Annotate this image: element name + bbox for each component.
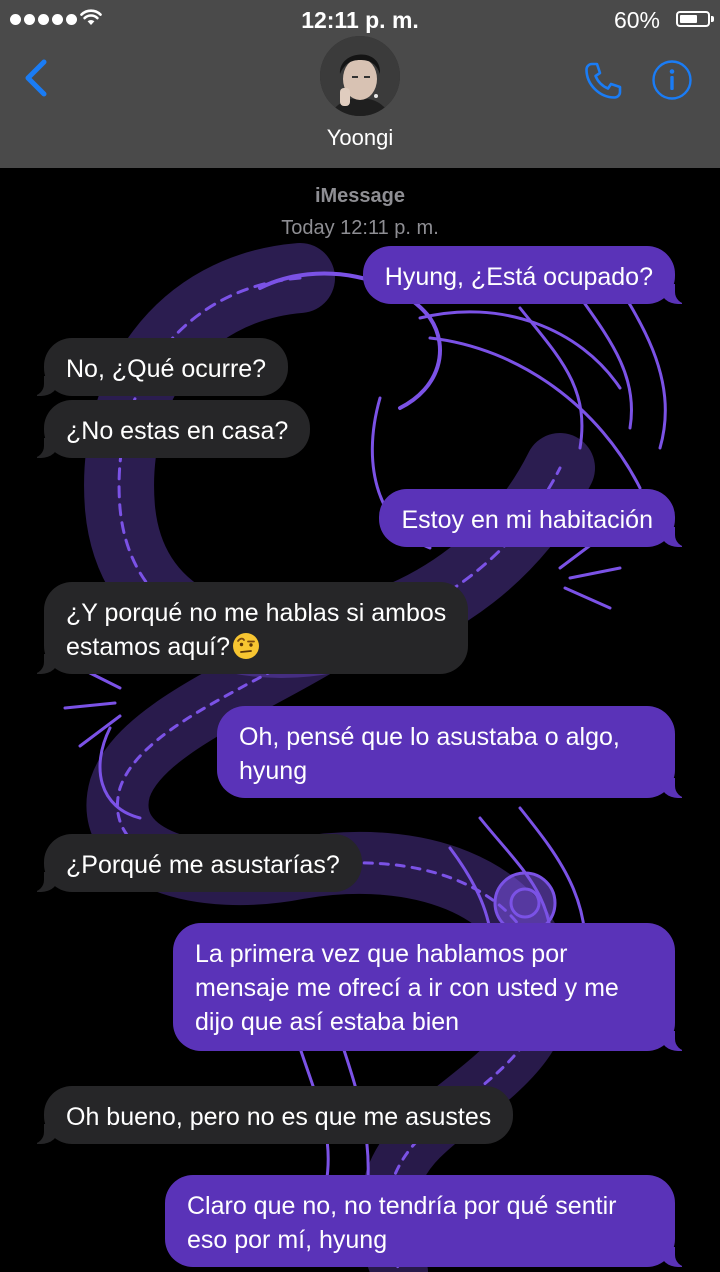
- status-time: 12:11 p. m.: [301, 7, 419, 33]
- message-text-line-2: eso por mí, hyung: [187, 1226, 388, 1254]
- message-text-line-2: estamos aquí?: [66, 633, 230, 661]
- message-text-line-2: hyung: [239, 757, 308, 785]
- battery-icon: [676, 11, 714, 27]
- conversation-header: 12:11 p. m. 60% Yoongi: [0, 0, 720, 168]
- message-text: ¿No estas en casa?: [66, 417, 289, 445]
- received-message-bubble[interactable]: Oh bueno, pero no es que me asustes: [29, 1086, 514, 1144]
- received-message-bubble[interactable]: ¿Porqué me asustarías?: [30, 834, 362, 892]
- thread-timestamp: Today 12:11 p. m.: [281, 217, 439, 239]
- message-text-line-3: dijo que así estaba bien: [195, 1008, 460, 1036]
- battery-percentage: 60%: [613, 7, 660, 33]
- phone-icon[interactable]: [582, 60, 624, 102]
- message-text: Oh bueno, pero no es que me asustes: [66, 1103, 492, 1131]
- status-bar: 12:11 p. m. 60%: [0, 0, 720, 40]
- service-label: iMessage: [314, 185, 406, 207]
- message-text-line-2: mensaje me ofrecí a ir con usted y me: [195, 974, 619, 1002]
- message-text: Estoy en mi habitación: [401, 506, 653, 534]
- message-text: Hyung, ¿Está ocupado?: [384, 263, 653, 291]
- avatar-photo: [320, 36, 400, 116]
- sent-message-bubble[interactable]: La primera vez que hablamos por mensaje …: [173, 923, 689, 1051]
- sent-message-bubble[interactable]: Hyung, ¿Está ocupado?: [362, 246, 690, 304]
- chevron-left-icon[interactable]: [22, 58, 50, 98]
- sent-message-bubble[interactable]: Estoy en mi habitación: [379, 489, 689, 547]
- message-text: Claro que no, no tendría por qué sentir: [187, 1192, 617, 1220]
- info-icon[interactable]: [651, 59, 693, 101]
- raised-eyebrow-face-icon: [233, 633, 259, 659]
- message-text: No, ¿Qué ocurre?: [66, 355, 267, 383]
- contact-avatar[interactable]: [320, 36, 400, 116]
- sent-message-bubble[interactable]: Claro que no, no tendría por qué sentir …: [165, 1175, 689, 1267]
- received-message-bubble[interactable]: ¿Y porqué no me hablas si ambos estamos …: [29, 582, 469, 674]
- sent-message-bubble[interactable]: Oh, pensé que lo asustaba o algo, hyung: [217, 706, 689, 798]
- message-text: ¿Porqué me asustarías?: [66, 851, 340, 879]
- received-message-bubble[interactable]: No, ¿Qué ocurre?: [29, 338, 289, 396]
- message-text: La primera vez que hablamos por: [195, 940, 568, 968]
- message-text: Oh, pensé que lo asustaba o algo,: [239, 723, 620, 751]
- contact-name[interactable]: Yoongi: [0, 125, 720, 151]
- message-text: ¿Y porqué no me hablas si ambos: [66, 599, 447, 627]
- message-thread[interactable]: iMessage Today 12:11 p. m. Hyung, ¿Está …: [0, 168, 720, 1272]
- received-message-bubble[interactable]: ¿No estas en casa?: [29, 400, 311, 458]
